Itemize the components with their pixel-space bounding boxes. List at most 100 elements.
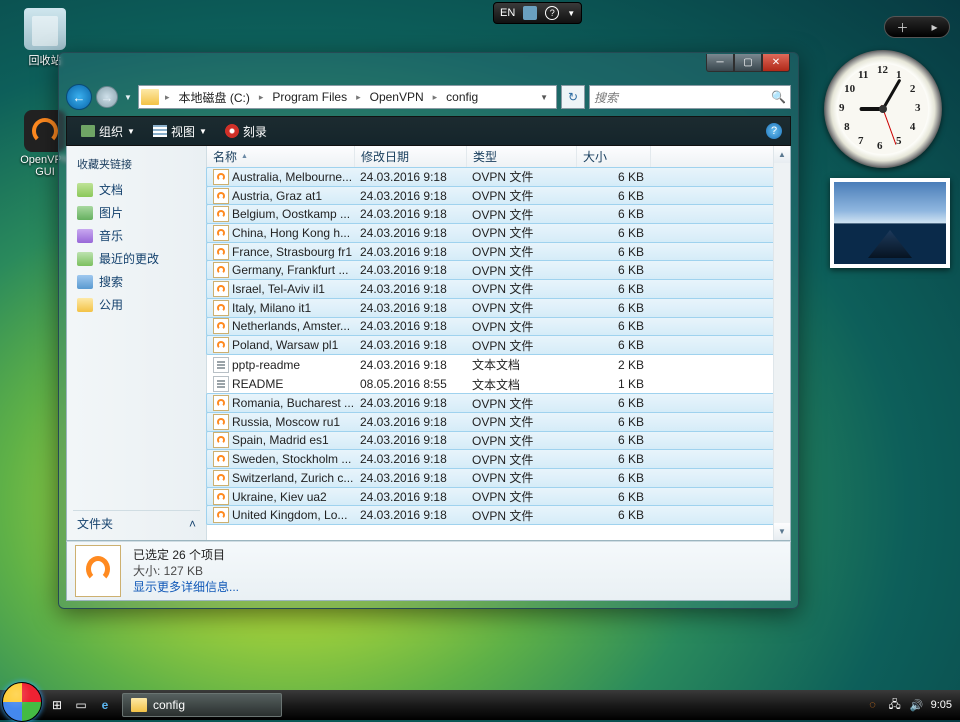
sidebar-item[interactable]: 最近的更改 — [73, 247, 200, 270]
column-name[interactable]: 名称▲ — [207, 146, 355, 167]
slideshow-gadget[interactable] — [830, 178, 950, 268]
breadcrumb-dropdown[interactable]: ▼ — [534, 93, 554, 102]
file-date: 24.03.2016 9:18 — [356, 433, 468, 447]
column-type[interactable]: 类型 — [467, 146, 577, 167]
start-button[interactable] — [2, 682, 42, 722]
ie-icon[interactable]: e — [94, 694, 116, 716]
file-type: OVPN 文件 — [468, 262, 578, 279]
file-type-icon — [213, 169, 229, 185]
language-bar[interactable]: EN ? ▼ — [493, 2, 582, 24]
clock-number: 8 — [844, 121, 850, 133]
keyboard-icon[interactable] — [523, 6, 537, 20]
close-button[interactable]: ✕ — [762, 54, 790, 72]
file-row[interactable]: Netherlands, Amster...24.03.2016 9:18OVP… — [206, 317, 790, 337]
command-bar: 组织▼ 视图▼ 刻录 ? — [66, 116, 791, 146]
minimize-button[interactable]: ─ — [706, 54, 734, 72]
file-name: United Kingdom, Lo... — [232, 508, 356, 522]
switch-windows-icon[interactable]: ▭ — [70, 694, 92, 716]
sidebar-item[interactable]: 图片 — [73, 201, 200, 224]
file-row[interactable]: README08.05.2016 8:55文本文档1 KB — [207, 375, 790, 395]
file-name: Sweden, Stockholm ... — [232, 452, 356, 466]
taskbar-item-config[interactable]: config — [122, 693, 282, 717]
file-date: 24.03.2016 9:18 — [356, 226, 468, 240]
folder-icon — [131, 698, 147, 712]
breadcrumb-item[interactable]: 本地磁盘 (C:) — [176, 88, 253, 107]
address-bar-row: ← → ▼ ▸ 本地磁盘 (C:) ▸ Program Files ▸ Open… — [66, 82, 791, 112]
sidebar-item[interactable]: 公用 — [73, 293, 200, 316]
tray-network-icon[interactable]: 🖧 — [887, 697, 903, 713]
sidebar-item-label: 最近的更改 — [99, 250, 159, 267]
details-more-link[interactable]: 显示更多详细信息... — [133, 579, 239, 595]
breadcrumb-item[interactable]: OpenVPN — [367, 89, 427, 105]
help-button[interactable]: ? — [766, 123, 782, 139]
file-row[interactable]: Romania, Bucharest ...24.03.2016 9:18OVP… — [206, 393, 790, 413]
breadcrumb-item[interactable]: config — [443, 89, 481, 105]
file-row[interactable]: Austria, Graz at124.03.2016 9:18OVPN 文件6… — [206, 186, 790, 206]
explorer-window: ─ ▢ ✕ ← → ▼ ▸ 本地磁盘 (C:) ▸ Program Files … — [58, 52, 799, 609]
sidebar-item-label: 音乐 — [99, 227, 123, 244]
file-type-icon — [213, 357, 229, 373]
file-row[interactable]: Australia, Melbourne...24.03.2016 9:18OV… — [206, 167, 790, 187]
clock-number: 2 — [910, 83, 916, 95]
burn-button[interactable]: 刻录 — [219, 120, 273, 143]
search-box[interactable]: 搜索 🔍 — [589, 85, 791, 109]
file-row[interactable]: Ukraine, Kiev ua224.03.2016 9:18OVPN 文件6… — [206, 487, 790, 507]
file-row[interactable]: Belgium, Oostkamp ...24.03.2016 9:18OVPN… — [206, 204, 790, 224]
file-row[interactable]: Spain, Madrid es124.03.2016 9:18OVPN 文件6… — [206, 431, 790, 451]
views-button[interactable]: 视图▼ — [147, 120, 213, 143]
nav-history-dropdown[interactable]: ▼ — [122, 86, 134, 108]
file-type: OVPN 文件 — [468, 280, 578, 297]
column-size[interactable]: 大小 — [577, 146, 651, 167]
file-row[interactable]: Israel, Tel-Aviv il124.03.2016 9:18OVPN … — [206, 279, 790, 299]
vertical-scrollbar[interactable]: ▲ ▼ — [773, 146, 790, 540]
file-name: China, Hong Kong h... — [232, 226, 356, 240]
file-row[interactable]: Italy, Milano it124.03.2016 9:18OVPN 文件6… — [206, 298, 790, 318]
sidebar-item[interactable]: 音乐 — [73, 224, 200, 247]
sidebar-item[interactable]: 搜索 — [73, 270, 200, 293]
language-code[interactable]: EN — [500, 7, 515, 19]
clock-gadget[interactable]: 121234567891011 — [824, 50, 942, 168]
file-type: OVPN 文件 — [468, 507, 578, 524]
nav-back-button[interactable]: ← — [66, 84, 92, 110]
search-icon[interactable]: 🔍 — [771, 90, 786, 104]
file-row[interactable]: United Kingdom, Lo...24.03.2016 9:18OVPN… — [206, 505, 790, 525]
nav-forward-button[interactable]: → — [96, 86, 118, 108]
column-date[interactable]: 修改日期 — [355, 146, 467, 167]
tray-clock[interactable]: 9:05 — [931, 699, 952, 711]
clock-number: 10 — [844, 83, 855, 95]
scroll-down-button[interactable]: ▼ — [774, 523, 790, 540]
sidebar-item[interactable]: 文档 — [73, 178, 200, 201]
file-name: Israel, Tel-Aviv il1 — [232, 282, 356, 296]
file-row[interactable]: Switzerland, Zurich c...24.03.2016 9:18O… — [206, 468, 790, 488]
breadcrumb-bar[interactable]: ▸ 本地磁盘 (C:) ▸ Program Files ▸ OpenVPN ▸ … — [138, 85, 557, 109]
file-row[interactable]: Sweden, Stockholm ...24.03.2016 9:18OVPN… — [206, 449, 790, 469]
file-row[interactable]: Russia, Moscow ru124.03.2016 9:18OVPN 文件… — [206, 412, 790, 432]
help-icon[interactable]: ? — [545, 6, 559, 20]
file-row[interactable]: pptp-readme24.03.2016 9:18文本文档2 KB — [207, 355, 790, 375]
scroll-up-button[interactable]: ▲ — [774, 146, 790, 163]
file-type-icon — [213, 414, 229, 430]
file-type: OVPN 文件 — [468, 168, 578, 185]
chevron-down-icon[interactable]: ▼ — [567, 9, 575, 18]
folders-toggle[interactable]: 文件夹 ˄ — [73, 510, 200, 532]
tray-openvpn-icon[interactable]: ◌ — [865, 697, 881, 713]
details-pane: 已选定 26 个项目 大小: 127 KB 显示更多详细信息... — [66, 541, 791, 601]
file-type: OVPN 文件 — [468, 243, 578, 260]
recycle-bin-icon — [24, 8, 66, 50]
file-row[interactable]: Germany, Frankfurt ...24.03.2016 9:18OVP… — [206, 260, 790, 280]
organize-button[interactable]: 组织▼ — [75, 120, 141, 143]
maximize-button[interactable]: ▢ — [734, 54, 762, 72]
file-type-icon — [213, 489, 229, 505]
file-row[interactable]: France, Strasbourg fr124.03.2016 9:18OVP… — [206, 242, 790, 262]
breadcrumb-item[interactable]: Program Files — [269, 89, 350, 105]
clock-number: 11 — [858, 69, 868, 81]
sidebar-gadget-control[interactable]: ＋▸ — [884, 16, 950, 38]
tray-volume-icon[interactable]: 🔊 — [909, 697, 925, 713]
file-row[interactable]: China, Hong Kong h...24.03.2016 9:18OVPN… — [206, 223, 790, 243]
file-row[interactable]: Poland, Warsaw pl124.03.2016 9:18OVPN 文件… — [206, 335, 790, 355]
breadcrumb-sep: ▸ — [255, 92, 268, 103]
show-desktop-icon[interactable]: ⊞ — [46, 694, 68, 716]
breadcrumb-sep: ▸ — [429, 92, 442, 103]
file-type: 文本文档 — [468, 376, 578, 393]
refresh-button[interactable]: ↻ — [561, 85, 585, 109]
